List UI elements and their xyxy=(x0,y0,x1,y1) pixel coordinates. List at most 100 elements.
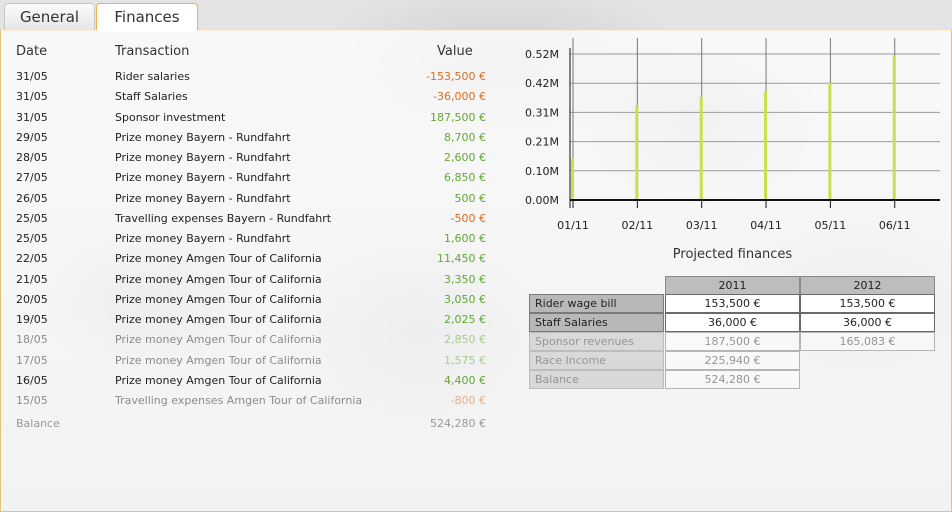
transaction-row: 18/05 Prize money Amgen Tour of Californi… xyxy=(0,330,500,350)
y-tick-label: 0.00M xyxy=(525,194,559,207)
transaction-description: Prize money Bayern - Rundfahrt xyxy=(115,232,291,245)
transaction-description: Prize money Bayern - Rundfahrt xyxy=(115,171,291,184)
chart-bar xyxy=(699,96,703,200)
transaction-date: 22/05 xyxy=(16,252,48,265)
chart-bar xyxy=(764,91,768,200)
y-tick-label: 0.42M xyxy=(525,77,559,90)
transaction-column-header: Transaction xyxy=(115,44,190,59)
transaction-value: -153,500 € xyxy=(426,70,486,83)
transaction-date: 16/05 xyxy=(16,374,48,387)
transaction-date: 18/05 xyxy=(16,333,48,346)
transaction-description: Prize money Amgen Tour of California xyxy=(115,252,322,265)
projected-value-2012: 165,083 € xyxy=(800,332,935,351)
transaction-description: Prize money Bayern - Rundfahrt xyxy=(115,131,291,144)
projected-row-label: Staff Salaries xyxy=(529,313,664,332)
transaction-value: 500 € xyxy=(454,192,487,205)
tab-bar: General Finances xyxy=(0,0,952,32)
transaction-description: Prize money Bayern - Rundfahrt xyxy=(115,192,291,205)
projected-value-2011: 524,280 € xyxy=(665,370,800,389)
transaction-value: 2,600 € xyxy=(444,151,486,164)
projected-finances-title: Projected finances xyxy=(672,247,793,262)
y-tick-label: 0.31M xyxy=(525,106,559,119)
transaction-description: Prize money Amgen Tour of California xyxy=(115,273,322,286)
transaction-description: Travelling expenses Amgen Tour of Califo… xyxy=(115,394,363,407)
transaction-date: 28/05 xyxy=(16,151,48,164)
projected-value-2011: 153,500 € xyxy=(665,294,800,313)
transaction-description: Prize money Amgen Tour of California xyxy=(115,313,322,326)
x-tick-label: 02/11 xyxy=(621,219,653,232)
transaction-row: 27/05 Prize money Bayern - Rundfahrt 6,850… xyxy=(0,168,500,188)
transaction-row: 15/05 Travelling expenses Amgen Tour of C… xyxy=(0,391,500,411)
transaction-value: 3,050 € xyxy=(444,293,486,306)
date-column-header: Date xyxy=(16,44,48,59)
y-tick-label: 0.52M xyxy=(525,48,559,61)
x-tick-label: 06/11 xyxy=(879,219,911,232)
tab-finances[interactable]: Finances xyxy=(96,3,198,32)
transaction-row: 20/05 Prize money Amgen Tour of Californi… xyxy=(0,290,500,310)
balance-label: Balance xyxy=(16,417,60,430)
chart-bar xyxy=(828,82,832,200)
transaction-value: 6,850 € xyxy=(444,171,486,184)
transaction-date: 26/05 xyxy=(16,192,48,205)
x-tick-label: 04/11 xyxy=(750,219,782,232)
projected-row-label: Race Income xyxy=(529,351,664,370)
x-tick-label: 03/11 xyxy=(686,219,718,232)
transaction-value: 11,450 € xyxy=(437,252,486,265)
transaction-description: Sponsor investment xyxy=(115,111,226,124)
projected-value-2012: 153,500 € xyxy=(800,294,935,313)
projected-row-label: Rider wage bill xyxy=(529,294,664,313)
year-header-2011: 2011 xyxy=(665,276,800,295)
transaction-value: -36,000 € xyxy=(433,90,486,103)
projected-value-2011: 36,000 € xyxy=(665,313,800,332)
projected-value-2011: 225,940 € xyxy=(665,351,800,370)
transaction-description: Prize money Amgen Tour of California xyxy=(115,293,322,306)
transaction-date: 29/05 xyxy=(16,131,48,144)
transaction-date: 15/05 xyxy=(16,394,48,407)
transaction-date: 31/05 xyxy=(16,70,48,83)
chart-bar xyxy=(892,55,896,200)
transaction-row: 22/05 Prize money Amgen Tour of Californi… xyxy=(0,249,500,269)
transaction-description: Staff Salaries xyxy=(115,90,188,103)
transaction-value: 8,700 € xyxy=(444,131,486,144)
transaction-value: 2,850 € xyxy=(444,333,486,346)
chart-bar xyxy=(635,105,639,200)
projected-value-2011: 187,500 € xyxy=(665,332,800,351)
transaction-date: 20/05 xyxy=(16,293,48,306)
chart-bar xyxy=(571,158,574,200)
transaction-date: 21/05 xyxy=(16,273,48,286)
transaction-date: 31/05 xyxy=(16,90,48,103)
year-header-2012: 2012 xyxy=(800,276,935,295)
transaction-description: Prize money Amgen Tour of California xyxy=(115,333,322,346)
projected-row-label: Balance xyxy=(529,370,664,389)
tab-general[interactable]: General xyxy=(4,3,95,30)
transaction-date: 17/05 xyxy=(16,354,48,367)
transaction-value: -500 € xyxy=(450,212,486,225)
transaction-row: 26/05 Prize money Bayern - Rundfahrt 500 € xyxy=(0,189,500,209)
transaction-row: 31/05 Staff Salaries -36,000 € xyxy=(0,87,500,107)
transaction-row: 16/05 Prize money Amgen Tour of Californi… xyxy=(0,371,500,391)
transaction-row: 25/05 Travelling expenses Bayern - Rundfa… xyxy=(0,209,500,229)
transaction-row: 31/05 Rider salaries -153,500 € xyxy=(0,67,500,87)
transaction-description: Rider salaries xyxy=(115,70,190,83)
transaction-date: 27/05 xyxy=(16,171,48,184)
transaction-description: Prize money Bayern - Rundfahrt xyxy=(115,151,291,164)
transaction-description: Prize money Amgen Tour of California xyxy=(115,354,322,367)
x-tick-label: 05/11 xyxy=(815,219,847,232)
transaction-value: 1,575 € xyxy=(444,354,486,367)
transaction-row: 29/05 Prize money Bayern - Rundfahrt 8,700… xyxy=(0,128,500,148)
transaction-date: 31/05 xyxy=(16,111,48,124)
transaction-value: 187,500 € xyxy=(430,111,486,124)
transaction-date: 19/05 xyxy=(16,313,48,326)
x-tick-label: 01/11 xyxy=(557,219,589,232)
transaction-value: -800 € xyxy=(450,394,486,407)
transaction-row: 31/05 Sponsor investment 187,500 € xyxy=(0,108,500,128)
y-tick-label: 0.21M xyxy=(525,136,559,149)
projected-value-2012: 36,000 € xyxy=(800,313,935,332)
monthly-balance-chart: 0.00M 0.10M 0.21M 0.31M 0.42M 0.52M 01/11 02/11… xyxy=(525,38,940,232)
value-column-header: Value xyxy=(437,44,473,59)
transaction-row: 25/05 Prize money Bayern - Rundfahrt 1,600… xyxy=(0,229,500,249)
transaction-row: 21/05 Prize money Amgen Tour of Californi… xyxy=(0,270,500,290)
balance-row: Balance 524,280 € xyxy=(0,414,500,434)
transaction-description: Travelling expenses Bayern - Rundfahrt xyxy=(115,212,332,225)
transaction-value: 4,400 € xyxy=(444,374,486,387)
